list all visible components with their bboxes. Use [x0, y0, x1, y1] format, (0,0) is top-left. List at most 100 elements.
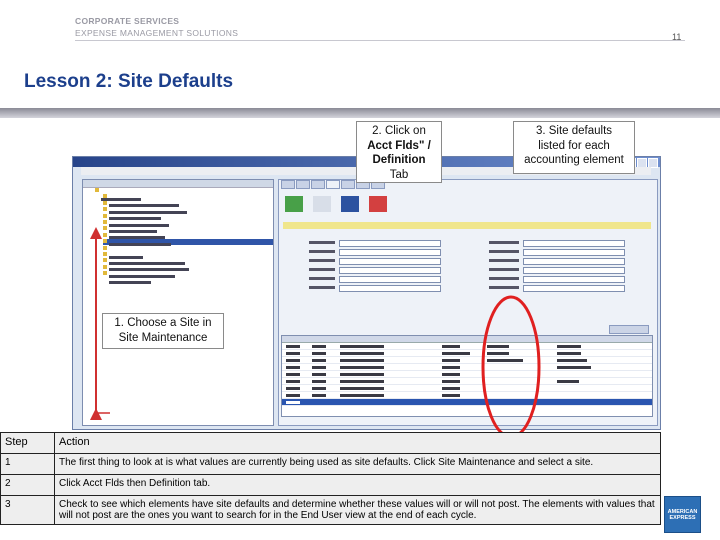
folder-icon	[103, 207, 107, 212]
step-number: 3	[0, 495, 55, 525]
tree-header	[83, 180, 273, 188]
table-row[interactable]	[282, 371, 652, 378]
tree-item[interactable]	[103, 200, 273, 214]
tab[interactable]	[341, 180, 355, 189]
folder-icon	[103, 258, 107, 263]
folder-icon	[103, 200, 107, 205]
field-input[interactable]	[523, 258, 625, 265]
tab-acct-flds[interactable]	[326, 180, 340, 189]
callout-site-defaults: 3. Site defaults listed for each account…	[513, 121, 635, 174]
accounting-elements-grid	[281, 335, 653, 417]
folder-icon	[103, 245, 107, 250]
tree-item[interactable]	[103, 258, 273, 272]
field-input[interactable]	[523, 267, 625, 274]
folder-icon	[103, 219, 107, 224]
tree-item-site-maintenance[interactable]	[103, 239, 273, 253]
table-header-row: Step Action	[0, 432, 661, 454]
table-row: 2 Click Acct Flds then Definition tab.	[0, 474, 661, 496]
table-row[interactable]	[282, 392, 652, 399]
company-division: EXPENSE MANAGEMENT SOLUTIONS	[75, 28, 239, 38]
folder-icon	[103, 226, 107, 231]
field-input[interactable]	[339, 276, 441, 283]
callout-text: Site Maintenance	[118, 331, 208, 344]
delete-icon[interactable]	[369, 196, 387, 212]
navigation-tree	[82, 179, 274, 426]
tree-item[interactable]	[103, 245, 273, 259]
header-divider	[75, 40, 685, 41]
field-input[interactable]	[339, 258, 441, 265]
field-input[interactable]	[339, 285, 441, 292]
callout-acct-flds: 2. Click on Acct Flds" / Definition Tab	[356, 121, 442, 183]
tree-item[interactable]	[103, 232, 273, 246]
table-row[interactable]	[282, 350, 652, 357]
site-detail-pane	[278, 179, 658, 426]
field-input[interactable]	[339, 249, 441, 256]
table-row: 3 Check to see which elements have site …	[0, 495, 661, 525]
tab[interactable]	[281, 180, 295, 189]
callout-text: 2. Click on	[372, 125, 426, 137]
field-input[interactable]	[523, 249, 625, 256]
folder-icon	[95, 188, 99, 192]
table-row[interactable]	[282, 364, 652, 371]
amex-logo-text: AMERICAN EXPRESS	[667, 508, 698, 521]
field-input[interactable]	[523, 240, 625, 247]
tree-item[interactable]	[103, 194, 273, 208]
callout-text: Acct Flds" /	[367, 139, 431, 152]
detail-toolbar	[285, 196, 387, 212]
table-row[interactable]	[282, 343, 652, 350]
table-row: 1 The first thing to look at is what val…	[0, 453, 661, 475]
callout-text: Tab	[389, 168, 409, 181]
folder-icon	[103, 264, 107, 269]
folder-icon	[103, 232, 107, 237]
definition-icon[interactable]	[285, 196, 303, 212]
tree-item[interactable]	[103, 213, 273, 227]
folder-icon	[103, 239, 107, 244]
step-action: Click Acct Flds then Definition tab.	[54, 474, 661, 496]
field-input[interactable]	[523, 285, 625, 292]
folder-icon	[103, 213, 107, 218]
field-input[interactable]	[523, 276, 625, 283]
table-row[interactable]	[282, 385, 652, 392]
callout-text: 3. Site defaults	[535, 125, 613, 137]
grid-header	[282, 336, 652, 343]
folder-icon	[103, 194, 107, 199]
tree-item[interactable]	[103, 251, 273, 265]
table-row[interactable]	[282, 378, 652, 385]
folder-icon	[103, 271, 107, 276]
callout-choose-site: 1. Choose a Site in Site Maintenance	[102, 313, 224, 349]
site-default-form	[309, 240, 639, 320]
tree-item[interactable]	[103, 207, 273, 221]
site-name-bar	[283, 222, 651, 229]
steps-table: Step Action 1 The first thing to look at…	[0, 432, 661, 525]
step-number: 1	[0, 453, 55, 475]
company-name: CORPORATE SERVICES	[75, 16, 180, 26]
tree-item[interactable]	[103, 271, 273, 285]
table-row[interactable]	[282, 357, 652, 364]
callout-text: 1. Choose a Site in	[114, 317, 212, 329]
page-number: 11	[672, 32, 682, 42]
new-icon[interactable]	[313, 196, 331, 212]
move-down-button[interactable]	[609, 325, 649, 334]
column-header-step: Step	[0, 432, 55, 454]
amex-logo: AMERICAN EXPRESS	[664, 496, 701, 533]
step-action: Check to see which elements have site de…	[54, 495, 661, 525]
tree-item[interactable]	[95, 188, 273, 201]
step-number: 2	[0, 474, 55, 496]
save-icon[interactable]	[341, 196, 359, 212]
field-input[interactable]	[339, 240, 441, 247]
folder-icon	[103, 251, 107, 256]
tree-item[interactable]	[103, 219, 273, 233]
title-rule	[0, 108, 720, 118]
field-input[interactable]	[339, 267, 441, 274]
tab[interactable]	[296, 180, 310, 189]
lesson-title: Lesson 2: Site Defaults	[24, 71, 234, 92]
step-action: The first thing to look at is what value…	[54, 453, 661, 475]
callout-text: listed for each	[538, 139, 610, 152]
callout-text: accounting element	[524, 154, 624, 166]
tree-item[interactable]	[103, 226, 273, 240]
app-screenshot	[72, 156, 661, 430]
table-row-selected[interactable]	[282, 399, 652, 406]
tab[interactable]	[311, 180, 325, 189]
column-header-action: Action	[54, 432, 661, 454]
callout-text: Definition	[372, 154, 426, 166]
